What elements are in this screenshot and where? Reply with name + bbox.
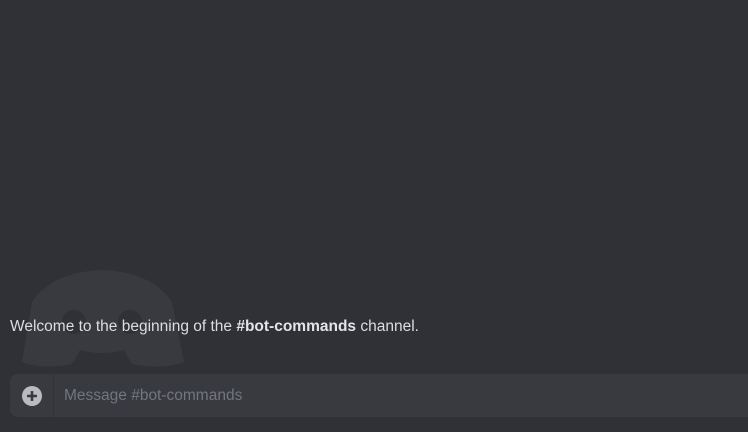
message-composer (10, 374, 748, 417)
chat-area: Welcome to the beginning of the #bot-com… (0, 0, 748, 432)
welcome-prefix: Welcome to the beginning of the (10, 318, 237, 335)
channel-welcome-message: Welcome to the beginning of the #bot-com… (10, 318, 419, 336)
message-input[interactable] (54, 374, 748, 417)
plus-circle-icon (21, 385, 42, 406)
welcome-suffix: channel. (356, 318, 419, 335)
discord-logo-watermark-icon (22, 270, 184, 367)
channel-name: #bot-commands (236, 318, 357, 335)
upload-button[interactable] (10, 374, 54, 417)
